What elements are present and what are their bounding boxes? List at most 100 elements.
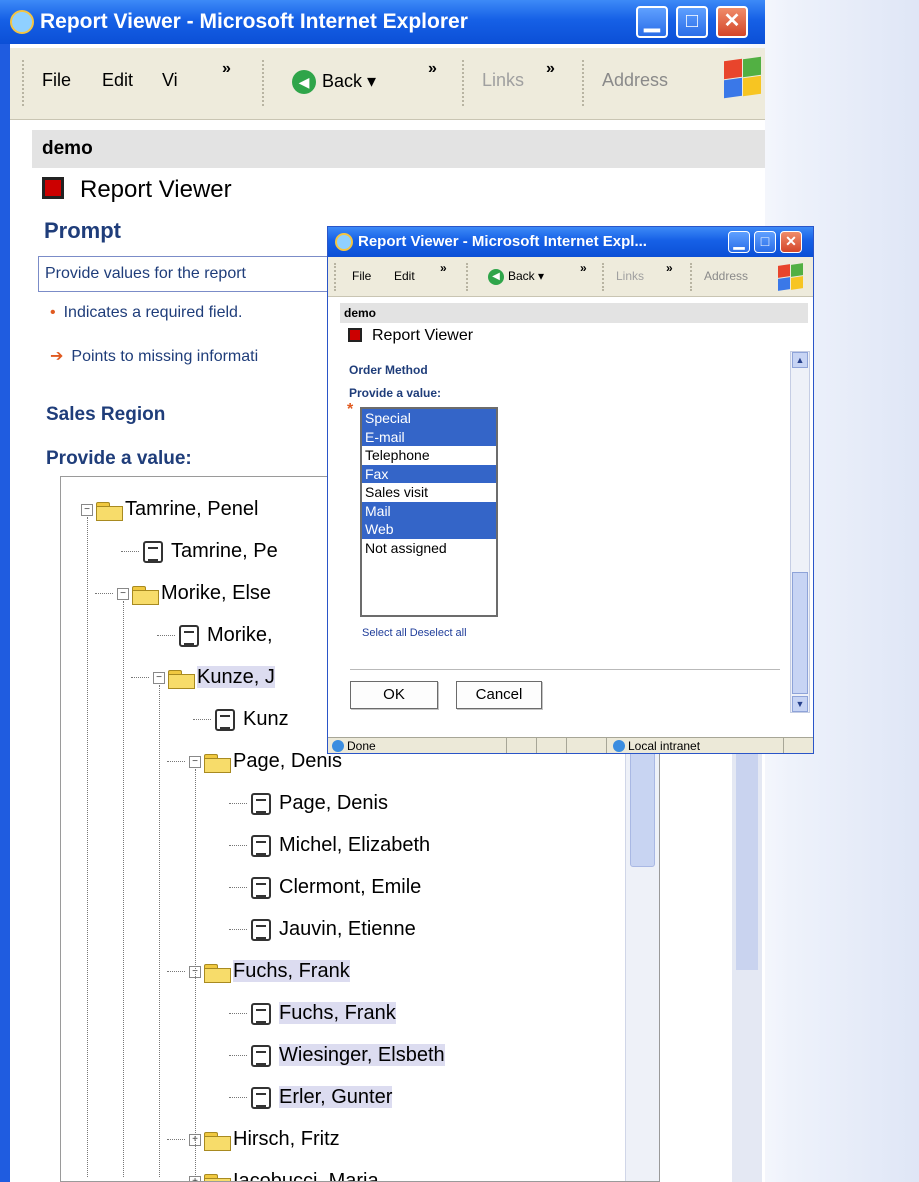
back-dropdown-icon[interactable]: ▾: [367, 71, 376, 91]
status-zone-text: Local intranet: [628, 739, 701, 753]
ie-logo-icon: [10, 10, 34, 34]
order-method-listbox[interactable]: Special E-mail Telephone Fax Sales visit Mail…: [360, 407, 498, 617]
deselect-all-link[interactable]: Deselect all: [410, 627, 467, 639]
scroll-up-icon[interactable]: ▲: [792, 352, 808, 368]
menu-overflow-chevron[interactable]: »: [222, 60, 231, 78]
ie-logo-icon: [335, 233, 353, 251]
tree-node-label: Fuchs, Frank: [279, 1002, 396, 1024]
links-overflow-chevron[interactable]: »: [546, 60, 555, 78]
dialog-page-content: demo Report Viewer ▲ ▼ Order Method Prov…: [328, 297, 813, 739]
dialog-breadcrumb[interactable]: demo: [340, 303, 808, 323]
tree-leaf-node[interactable]: Tamrine, Pe: [143, 535, 278, 567]
listbox-option[interactable]: Web: [362, 520, 496, 539]
tree-leaf-node[interactable]: Kunz: [215, 703, 289, 735]
main-window-title: Report Viewer - Microsoft Internet Explo…: [40, 10, 468, 33]
tree-folder-node[interactable]: − Page, Denis: [189, 745, 342, 777]
back-dropdown-icon[interactable]: ▾: [538, 269, 544, 283]
tree-guide-line: [123, 601, 124, 1177]
tree-node-label: Morike, Else: [161, 582, 272, 604]
status-cell: [566, 738, 596, 753]
page-scrollbar[interactable]: [732, 740, 762, 1182]
prompt-heading: Prompt: [44, 218, 121, 243]
close-icon: ✕: [723, 10, 741, 32]
windows-flag-icon: [776, 263, 804, 291]
dialog-links-overflow[interactable]: »: [666, 261, 673, 275]
tree-folder-node[interactable]: + Iacobucci, Maria: [189, 1165, 379, 1181]
menu-edit[interactable]: Edit: [102, 70, 133, 91]
listbox-option[interactable]: E-mail: [362, 427, 496, 446]
page-scrollbar-thumb[interactable]: [736, 740, 758, 970]
toolbar-separator-3: [690, 263, 692, 291]
collapse-icon[interactable]: −: [153, 671, 165, 684]
breadcrumb[interactable]: demo: [32, 130, 765, 168]
links-label[interactable]: Links: [482, 70, 524, 91]
tree-connector: [167, 971, 185, 972]
dialog-menu-file[interactable]: File: [352, 269, 371, 283]
tree-leaf-node[interactable]: Erler, Gunter: [251, 1081, 393, 1113]
cancel-button[interactable]: Cancel: [456, 681, 542, 709]
dialog-provide-value-label: Provide a value:: [349, 386, 442, 400]
listbox-option[interactable]: Mail: [362, 501, 496, 520]
menu-file[interactable]: File: [42, 70, 71, 91]
tree-leaf-node[interactable]: Morike,: [179, 619, 273, 651]
dialog-toolbar-overflow[interactable]: »: [580, 261, 587, 275]
dialog-back-button[interactable]: ◀ Back ▾: [488, 269, 544, 285]
tree-node-label: Morike,: [207, 624, 273, 646]
dialog-minimize-button[interactable]: ▁: [728, 231, 750, 253]
tree-node-label: Fuchs, Frank: [233, 960, 350, 982]
address-label[interactable]: Address: [602, 70, 668, 91]
toolbar-grip: [334, 263, 336, 291]
tree-connector: [157, 635, 175, 636]
dialog-menu-overflow[interactable]: »: [440, 261, 447, 275]
tree-guide-line: [159, 685, 160, 1177]
main-titlebar[interactable]: Report Viewer - Microsoft Internet Explo…: [0, 0, 765, 44]
status-grip[interactable]: [783, 738, 813, 753]
tree-leaf-node[interactable]: Michel, Elizabeth: [251, 829, 430, 861]
required-asterisk: *: [347, 401, 354, 418]
scroll-down-icon[interactable]: ▼: [792, 696, 808, 712]
tree-folder-node[interactable]: − Kunze, J: [153, 661, 275, 693]
menu-view[interactable]: Vi: [162, 70, 178, 91]
dialog-menu-edit[interactable]: Edit: [394, 269, 415, 283]
toolbar-overflow-chevron[interactable]: »: [428, 60, 437, 78]
tree-leaf-node[interactable]: Clermont, Emile: [251, 871, 421, 903]
tree-folder-node[interactable]: − Morike, Else: [117, 577, 271, 609]
tree-folder-node[interactable]: + Hirsch, Fritz: [189, 1123, 340, 1155]
ok-button[interactable]: OK: [350, 681, 438, 709]
dialog-links-label[interactable]: Links: [616, 269, 644, 283]
collapse-icon[interactable]: −: [117, 587, 129, 600]
minimize-button[interactable]: ▁: [636, 6, 668, 38]
select-all-link[interactable]: Select all: [362, 627, 407, 639]
collapse-icon[interactable]: −: [81, 503, 93, 516]
intranet-icon: [613, 740, 625, 752]
tree-leaf-node[interactable]: Fuchs, Frank: [251, 997, 396, 1029]
missing-note: ➔ Points to missing informati: [50, 346, 258, 366]
close-button[interactable]: ✕: [716, 6, 748, 38]
maximize-button[interactable]: □: [676, 6, 708, 38]
tree-leaf-node[interactable]: Page, Denis: [251, 787, 388, 819]
dialog-titlebar[interactable]: Report Viewer - Microsoft Internet Expl.…: [328, 227, 813, 257]
dialog-close-button[interactable]: ✕: [780, 231, 802, 253]
listbox-option[interactable]: Not assigned: [362, 539, 496, 558]
back-button[interactable]: ◀ Back ▾: [292, 70, 376, 94]
tree-connector: [131, 677, 149, 678]
dialog-maximize-button[interactable]: □: [754, 231, 776, 253]
listbox-option[interactable]: Special: [362, 409, 496, 428]
tree-folder-node[interactable]: − Tamrine, Penel: [81, 493, 258, 525]
dialog-scrollbar-thumb[interactable]: [792, 572, 808, 694]
listbox-option[interactable]: Sales visit: [362, 483, 496, 502]
tree-connector: [229, 1013, 247, 1014]
dialog-scrollbar[interactable]: ▲ ▼: [790, 351, 810, 713]
status-done: Done: [332, 738, 376, 753]
tree-folder-node[interactable]: − Fuchs, Frank: [189, 955, 350, 987]
document-icon: [251, 876, 271, 899]
listbox-option[interactable]: Fax: [362, 464, 496, 483]
document-icon: [179, 624, 199, 647]
listbox-option[interactable]: Telephone: [362, 446, 496, 465]
tree-connector: [229, 929, 247, 930]
collapse-icon[interactable]: −: [189, 755, 201, 768]
dialog-address-label[interactable]: Address: [704, 269, 748, 283]
tree-leaf-node[interactable]: Wiesinger, Elsbeth: [251, 1039, 445, 1071]
tree-leaf-node[interactable]: Jauvin, Etienne: [251, 913, 416, 945]
missing-arrow-icon: ➔: [50, 348, 64, 365]
